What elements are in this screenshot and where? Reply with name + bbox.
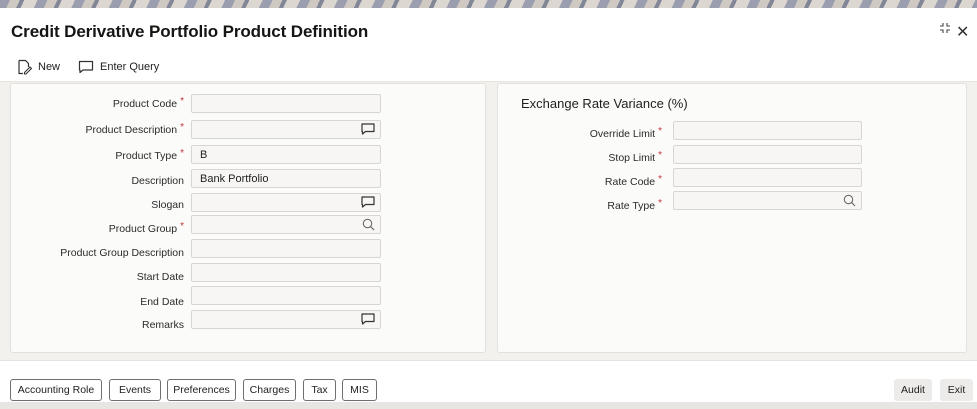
rate-code-field[interactable] (673, 168, 862, 187)
comment-icon[interactable] (361, 196, 375, 211)
chat-bubble-icon (78, 60, 94, 74)
bottom-status-bar (0, 402, 977, 409)
start-date-label-row: Start Date (11, 267, 184, 285)
page-title: Credit Derivative Portfolio Product Defi… (11, 22, 369, 41)
product-description-field[interactable] (191, 120, 381, 139)
product-group-description-field[interactable] (191, 239, 381, 258)
product-type-label: Product Type (115, 150, 178, 162)
comment-icon[interactable] (361, 313, 375, 328)
events-button[interactable]: Events (109, 379, 161, 401)
search-icon[interactable] (843, 194, 856, 210)
exchange-rate-variance-panel: Exchange Rate Variance (%) Override Limi… (497, 83, 967, 353)
new-button[interactable]: New (16, 57, 60, 77)
remarks-field[interactable] (191, 310, 381, 329)
override-limit-field[interactable] (673, 121, 862, 140)
audit-button[interactable]: Audit (894, 379, 932, 401)
product-details-panel: Product Code * Product Description * Produ… (10, 83, 486, 353)
close-icon[interactable]: ✕ (956, 22, 969, 42)
slogan-field[interactable] (191, 193, 381, 212)
end-date-label: End Date (140, 296, 184, 308)
description-field[interactable]: Bank Portfolio (191, 169, 381, 188)
required-marker: * (180, 148, 184, 159)
required-marker: * (180, 96, 184, 107)
rate-code-label: Rate Code (604, 176, 656, 188)
restore-icon[interactable] (939, 22, 951, 34)
new-button-label: New (38, 61, 61, 73)
slogan-label-row: Slogan (11, 195, 184, 213)
product-description-label-row: Product Description * (11, 120, 184, 138)
tax-button[interactable]: Tax (303, 379, 336, 401)
stop-limit-label-row: Stop Limit * (498, 148, 662, 166)
charges-button[interactable]: Charges (243, 379, 296, 401)
product-type-field[interactable]: B (191, 145, 381, 164)
rate-type-label-row: Rate Type * (498, 196, 662, 214)
accounting-role-button[interactable]: Accounting Role (10, 379, 102, 401)
search-icon[interactable] (362, 218, 375, 234)
rate-code-label-row: Rate Code * (498, 172, 662, 190)
end-date-label-row: End Date (11, 292, 184, 310)
product-group-description-label: Product Group Description (60, 247, 184, 259)
stop-limit-label: Stop Limit (608, 152, 656, 164)
rate-type-label: Rate Type (607, 200, 656, 212)
toolbar: New Enter Query (0, 52, 977, 82)
enter-query-button[interactable]: Enter Query (78, 57, 159, 77)
override-limit-label: Override Limit (589, 128, 656, 140)
stop-limit-field[interactable] (673, 145, 862, 164)
mis-button[interactable]: MIS (342, 379, 377, 401)
product-group-description-label-row: Product Group Description (11, 243, 184, 261)
product-code-field[interactable] (191, 94, 381, 113)
new-document-icon (18, 59, 32, 75)
required-marker: * (658, 126, 662, 137)
product-code-label: Product Code (112, 98, 178, 110)
section-title: Exchange Rate Variance (%) (521, 96, 688, 111)
start-date-label: Start Date (136, 271, 184, 283)
remarks-label-row: Remarks (11, 315, 184, 333)
title-bar: Credit Derivative Portfolio Product Defi… (0, 8, 977, 52)
required-marker: * (180, 122, 184, 133)
start-date-field[interactable] (191, 263, 381, 282)
description-label: Description (131, 175, 184, 187)
required-marker: * (180, 221, 184, 232)
rate-type-field[interactable] (673, 191, 862, 210)
required-marker: * (658, 174, 662, 185)
comment-icon[interactable] (361, 123, 375, 138)
exit-button[interactable]: Exit (940, 379, 973, 401)
required-marker: * (658, 198, 662, 209)
slogan-label: Slogan (151, 199, 184, 211)
product-code-label-row: Product Code * (11, 94, 184, 112)
decorative-header-band (0, 0, 977, 8)
product-group-label-row: Product Group * (11, 219, 184, 237)
product-group-field[interactable] (191, 215, 381, 234)
enter-query-label: Enter Query (100, 61, 160, 73)
required-marker: * (658, 150, 662, 161)
end-date-field[interactable] (191, 286, 381, 305)
product-group-label: Product Group (108, 223, 178, 235)
description-label-row: Description (11, 171, 184, 189)
product-description-label: Product Description (85, 124, 178, 136)
product-type-label-row: Product Type * (11, 146, 184, 164)
preferences-button[interactable]: Preferences (167, 379, 236, 401)
override-limit-label-row: Override Limit * (498, 124, 662, 142)
remarks-label: Remarks (141, 319, 184, 331)
